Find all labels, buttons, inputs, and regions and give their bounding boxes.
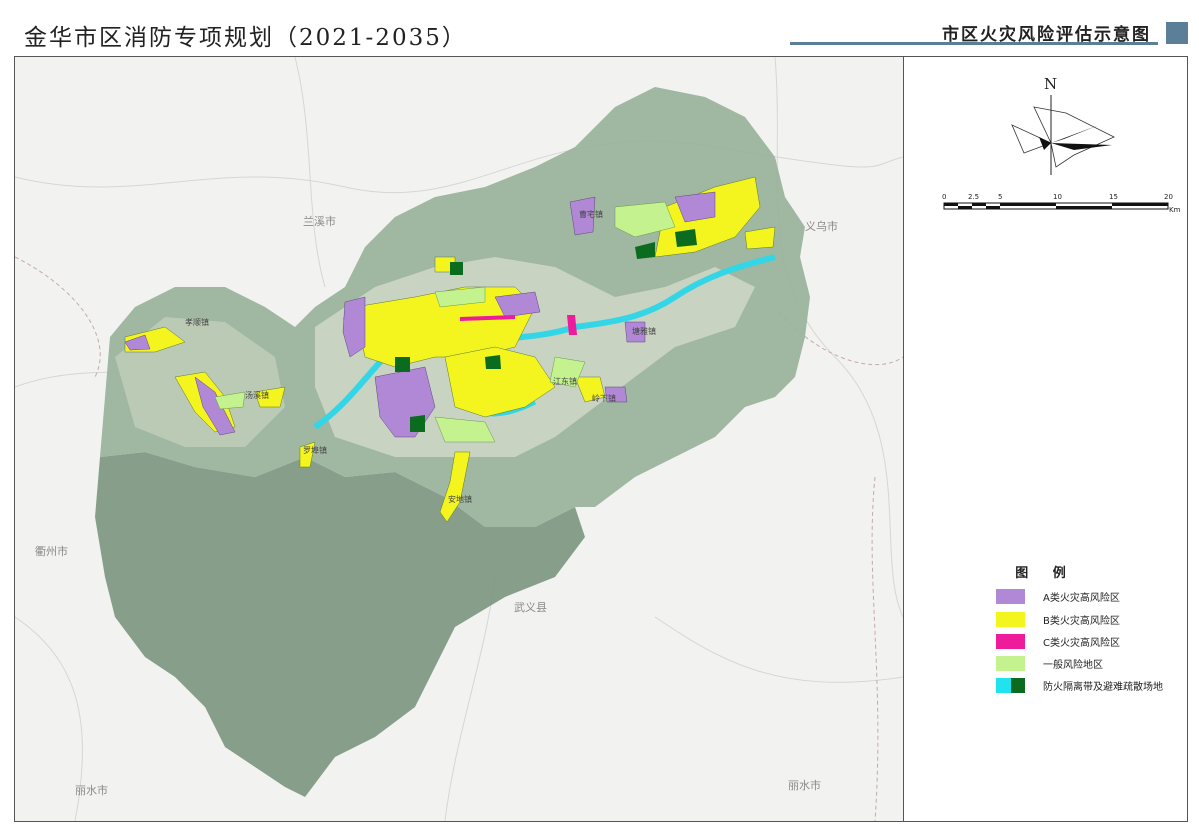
legend-label-evacuation: 防火隔离带及避难疏散场地 — [1043, 682, 1163, 693]
north-label: N — [1044, 75, 1058, 93]
legend-swatch-c — [996, 634, 1025, 649]
side-panel: N 0 2.5 5 10 15 20 Km 图 例 A类火灾高风险区 B类火灾高… — [904, 57, 1187, 821]
place-label-lishui-left: 丽水市 — [75, 784, 108, 797]
legend-swatch-general — [996, 656, 1025, 671]
place-label-quzhou: 衢州市 — [35, 545, 68, 558]
legend-swatch-b — [996, 612, 1025, 627]
scale-tick-15: 15 — [1109, 193, 1118, 201]
legend-label-c: C类火灾高风险区 — [1043, 638, 1120, 649]
scale-unit: Km — [1169, 206, 1181, 214]
north-arrow-compass-icon — [1011, 95, 1115, 175]
title-accent-block — [1166, 22, 1188, 44]
legend-label-general: 一般风险地区 — [1043, 660, 1103, 671]
scale-tick-2-5: 2.5 — [968, 193, 980, 201]
town-label-lingxia: 岭下镇 — [592, 394, 616, 403]
town-label-caozhai: 曹宅镇 — [579, 210, 603, 219]
town-label-andi: 安地镇 — [448, 495, 472, 504]
scale-tick-0: 0 — [942, 193, 947, 201]
scale-tick-20: 20 — [1164, 193, 1173, 201]
map-svg — [15, 57, 903, 821]
scale-tick-10: 10 — [1053, 193, 1062, 201]
legend-title: 图 例 — [1015, 566, 1076, 581]
legend-label-b: B类火灾高风险区 — [1043, 616, 1120, 627]
town-label-tangya: 塘雅镇 — [632, 327, 656, 336]
town-label-jiangdong: 江东镇 — [553, 377, 577, 386]
map-panel[interactable]: 兰溪市 义乌市 衢州市 武义县 丽水市 丽水市 曹宅镇 孝顺镇 江东镇 岭下镇 … — [15, 57, 903, 821]
town-label-tangxi: 汤溪镇 — [245, 391, 269, 400]
document-title: 金华市区消防专项规划（2021-2035） — [24, 25, 467, 51]
place-label-lanxi: 兰溪市 — [303, 215, 336, 228]
legend-swatch-evacuation — [996, 678, 1025, 693]
town-label-xiaoshun: 孝顺镇 — [185, 318, 209, 327]
scale-tick-5: 5 — [998, 193, 1003, 201]
legend-label-a: A类火灾高风险区 — [1043, 593, 1120, 604]
legend-swatch-a — [996, 589, 1025, 604]
place-label-lishui-right: 丽水市 — [788, 779, 821, 792]
title-underline — [790, 42, 1158, 45]
place-label-wuyi: 武义县 — [514, 601, 547, 614]
town-label-luobu: 罗埠镇 — [303, 446, 327, 455]
place-label-yiwu: 义乌市 — [805, 220, 838, 233]
